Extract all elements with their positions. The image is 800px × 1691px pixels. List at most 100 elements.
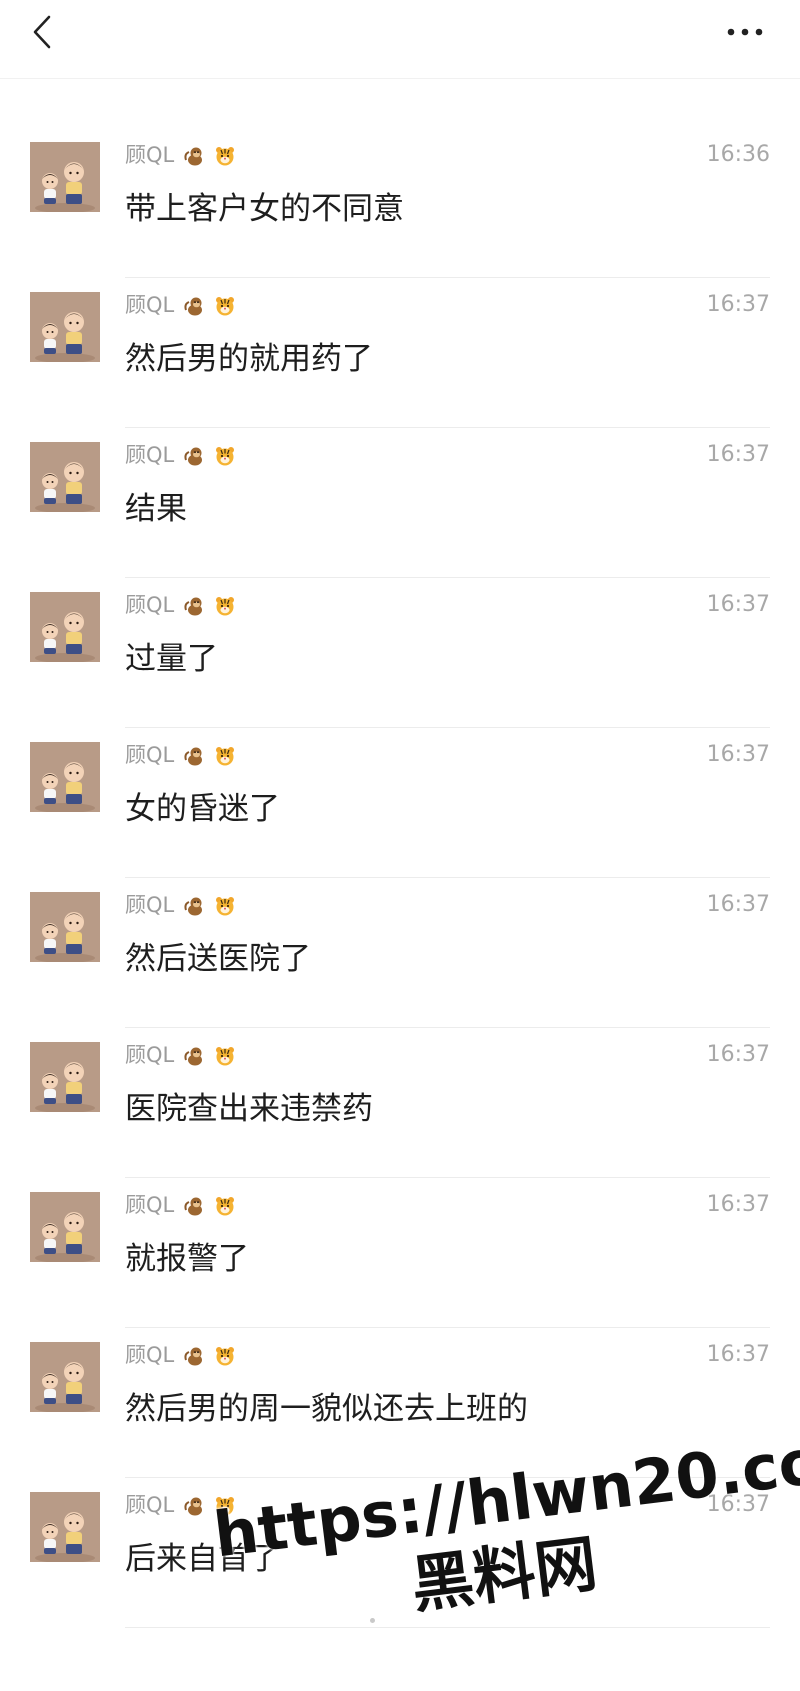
tiger-emoji-icon bbox=[215, 897, 234, 916]
avatar[interactable] bbox=[30, 1492, 100, 1562]
sender-name-text: 顾QL bbox=[125, 1043, 175, 1067]
two-kids-avatar-icon bbox=[30, 592, 100, 662]
sender-name[interactable]: 顾QL bbox=[125, 740, 236, 770]
chevron-left-icon bbox=[33, 15, 51, 49]
message-text[interactable]: 后来自首了 bbox=[125, 1538, 280, 1580]
two-kids-avatar-icon bbox=[30, 292, 100, 362]
tiger-emoji-icon bbox=[215, 597, 234, 616]
message-list: 顾QL 16:36 带上客户女的不同意 顾QL 16:37 然后男的就用药了 顾… bbox=[0, 128, 800, 1628]
message-time: 16:37 bbox=[706, 892, 770, 917]
tiger-emoji-icon bbox=[215, 1047, 234, 1066]
tiger-emoji-icon bbox=[215, 297, 234, 316]
sender-name-text: 顾QL bbox=[125, 1193, 175, 1217]
tiger-emoji-icon bbox=[215, 747, 234, 766]
message-meta: 顾QL bbox=[125, 740, 770, 770]
sender-name[interactable]: 顾QL bbox=[125, 1340, 236, 1370]
monkey-emoji-icon bbox=[184, 1347, 202, 1366]
message-meta: 顾QL bbox=[125, 1190, 770, 1220]
avatar[interactable] bbox=[30, 442, 100, 512]
avatar[interactable] bbox=[30, 742, 100, 812]
message-text[interactable]: 就报警了 bbox=[125, 1238, 249, 1280]
message-text[interactable]: 医院查出来违禁药 bbox=[125, 1088, 373, 1130]
message-time: 16:37 bbox=[706, 592, 770, 617]
sender-name-text: 顾QL bbox=[125, 443, 175, 467]
message-text[interactable]: 然后送医院了 bbox=[125, 938, 311, 980]
monkey-emoji-icon bbox=[184, 597, 202, 616]
sender-name[interactable]: 顾QL bbox=[125, 440, 236, 470]
message-time: 16:37 bbox=[706, 1342, 770, 1367]
two-kids-avatar-icon bbox=[30, 1192, 100, 1262]
two-kids-avatar-icon bbox=[30, 142, 100, 212]
divider bbox=[125, 1627, 770, 1628]
monkey-emoji-icon bbox=[184, 1497, 202, 1516]
sender-name-text: 顾QL bbox=[125, 593, 175, 617]
message-text[interactable]: 女的昏迷了 bbox=[125, 788, 280, 830]
avatar[interactable] bbox=[30, 142, 100, 212]
sender-name[interactable]: 顾QL bbox=[125, 1490, 236, 1520]
message-item[interactable]: 顾QL bbox=[0, 728, 800, 878]
top-bar bbox=[0, 0, 800, 79]
message-meta: 顾QL bbox=[125, 140, 770, 170]
message-text[interactable]: 过量了 bbox=[125, 638, 218, 680]
two-kids-avatar-icon bbox=[30, 442, 100, 512]
message-text[interactable]: 带上客户女的不同意 bbox=[125, 188, 404, 230]
avatar[interactable] bbox=[30, 292, 100, 362]
message-text[interactable]: 然后男的周一貌似还去上班的 bbox=[125, 1388, 528, 1430]
avatar[interactable] bbox=[30, 1342, 100, 1412]
two-kids-avatar-icon bbox=[30, 892, 100, 962]
message-item[interactable]: 顾QL bbox=[0, 878, 800, 1028]
sender-name[interactable]: 顾QL bbox=[125, 290, 236, 320]
two-kids-avatar-icon bbox=[30, 1342, 100, 1412]
message-time: 16:37 bbox=[706, 442, 770, 467]
tiger-emoji-icon bbox=[215, 1497, 234, 1516]
sender-name[interactable]: 顾QL bbox=[125, 140, 236, 170]
message-item[interactable]: 顾QL bbox=[0, 1028, 800, 1178]
more-horizontal-icon bbox=[727, 28, 763, 36]
more-button[interactable] bbox=[718, 12, 772, 52]
avatar[interactable] bbox=[30, 1042, 100, 1112]
avatar[interactable] bbox=[30, 592, 100, 662]
message-item[interactable]: 顾QL bbox=[0, 578, 800, 728]
avatar[interactable] bbox=[30, 892, 100, 962]
message-time: 16:37 bbox=[706, 292, 770, 317]
tiger-emoji-icon bbox=[215, 147, 234, 166]
sender-name-text: 顾QL bbox=[125, 893, 175, 917]
sender-name-text: 顾QL bbox=[125, 743, 175, 767]
monkey-emoji-icon bbox=[184, 297, 202, 316]
message-meta: 顾QL bbox=[125, 890, 770, 920]
message-meta: 顾QL bbox=[125, 440, 770, 470]
message-item[interactable]: 顾QL bbox=[0, 1478, 800, 1628]
message-time: 16:36 bbox=[706, 142, 770, 167]
sender-name[interactable]: 顾QL bbox=[125, 1040, 236, 1070]
message-time: 16:37 bbox=[706, 1492, 770, 1517]
message-text[interactable]: 结果 bbox=[125, 488, 187, 530]
sender-name[interactable]: 顾QL bbox=[125, 890, 236, 920]
message-meta: 顾QL bbox=[125, 1490, 770, 1520]
tiger-emoji-icon bbox=[215, 447, 234, 466]
monkey-emoji-icon bbox=[184, 897, 202, 916]
message-meta: 顾QL bbox=[125, 1040, 770, 1070]
sender-name-text: 顾QL bbox=[125, 1493, 175, 1517]
message-meta: 顾QL bbox=[125, 590, 770, 620]
sender-name-text: 顾QL bbox=[125, 293, 175, 317]
scroll-indicator bbox=[370, 1618, 375, 1623]
message-item[interactable]: 顾QL bbox=[0, 1328, 800, 1478]
message-time: 16:37 bbox=[706, 742, 770, 767]
monkey-emoji-icon bbox=[184, 147, 202, 166]
monkey-emoji-icon bbox=[184, 1047, 202, 1066]
two-kids-avatar-icon bbox=[30, 1492, 100, 1562]
sender-name[interactable]: 顾QL bbox=[125, 1190, 236, 1220]
message-meta: 顾QL bbox=[125, 1340, 770, 1370]
message-item[interactable]: 顾QL bbox=[0, 278, 800, 428]
sender-name[interactable]: 顾QL bbox=[125, 590, 236, 620]
monkey-emoji-icon bbox=[184, 747, 202, 766]
message-meta: 顾QL bbox=[125, 290, 770, 320]
message-item[interactable]: 顾QL bbox=[0, 128, 800, 278]
back-button[interactable] bbox=[22, 10, 62, 54]
avatar[interactable] bbox=[30, 1192, 100, 1262]
message-item[interactable]: 顾QL bbox=[0, 428, 800, 578]
message-item[interactable]: 顾QL bbox=[0, 1178, 800, 1328]
two-kids-avatar-icon bbox=[30, 1042, 100, 1112]
sender-name-text: 顾QL bbox=[125, 1343, 175, 1367]
message-text[interactable]: 然后男的就用药了 bbox=[125, 338, 373, 380]
